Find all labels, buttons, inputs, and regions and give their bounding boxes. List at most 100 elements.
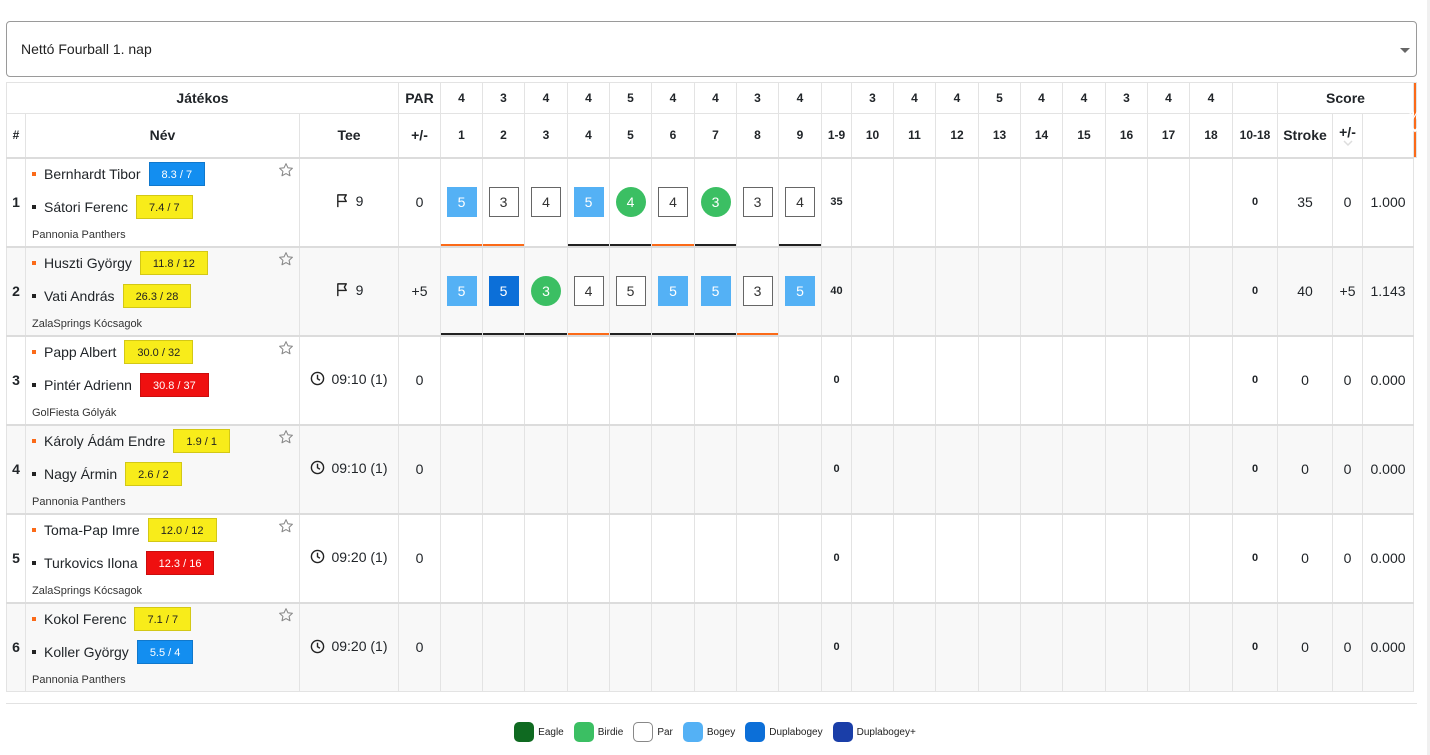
player-name[interactable]: Pintér Adrienn	[44, 377, 132, 393]
hole-score-cell: 3	[694, 156, 737, 247]
hole-score-par: 4	[785, 187, 815, 217]
player-name[interactable]: Kokol Ferenc	[44, 611, 126, 627]
hole-score-cell	[1105, 245, 1148, 336]
hole-score-cell	[1105, 156, 1148, 247]
divider	[6, 703, 1417, 704]
handicap-badge: 2.6 / 2	[125, 461, 182, 486]
player-name[interactable]: Nagy Ármin	[44, 466, 117, 482]
player-name[interactable]: Turkovics Ilona	[44, 555, 138, 571]
hole-score-cell	[736, 512, 779, 603]
percent-sort-header[interactable]: %	[1409, 82, 1421, 158]
hole-score-cell	[1020, 334, 1063, 425]
hole-result-underline	[568, 332, 609, 335]
legend-swatch	[633, 722, 654, 742]
player-name[interactable]: Károly Ádám Endre	[44, 433, 165, 449]
hole-score-cell	[893, 334, 936, 425]
player-entry: Huszti György 11.8 / 12	[32, 250, 208, 275]
tee-header[interactable]: Tee	[299, 113, 399, 158]
hole-score-cell	[1189, 245, 1233, 336]
player-entry: Pintér Adrienn 30.8 / 37	[32, 372, 209, 397]
table-row[interactable]: 5 Toma-Pap Imre 12.0 / 12 Turkovics Ilona 12…	[6, 512, 1417, 603]
hole-number: 9	[778, 113, 822, 158]
player-name[interactable]: Koller György	[44, 644, 129, 660]
par-header: PAR	[398, 82, 441, 114]
hole-par: 4	[651, 82, 695, 114]
table-row[interactable]: 6 Kokol Ferenc 7.1 / 7 Koller György 5.5 / 4…	[6, 601, 1417, 692]
player-name[interactable]: Huszti György	[44, 255, 132, 271]
favorite-star-icon[interactable]	[278, 162, 294, 178]
favorite-star-icon[interactable]	[278, 518, 294, 534]
hole-score-par: 3	[742, 187, 773, 217]
par-diff: +5	[398, 245, 441, 336]
legend-item: Duplabogey	[745, 722, 823, 742]
stroke-header[interactable]: Stroke	[1277, 113, 1333, 158]
player-marker	[32, 204, 36, 209]
player-name[interactable]: Bernhardt Tibor	[44, 166, 141, 182]
player-marker	[32, 349, 36, 354]
player-name[interactable]: Vati András	[44, 288, 115, 304]
player-marker	[32, 260, 36, 265]
front-nine-total: 0	[821, 423, 852, 514]
player-marker	[32, 527, 36, 532]
hole-score-cell	[694, 601, 737, 692]
hole-result-underline	[525, 332, 567, 335]
hole-score-cell: 5	[609, 245, 652, 336]
hole-score-cell: 5	[440, 245, 483, 336]
hole-number: 13	[978, 113, 1021, 158]
player-marker	[32, 171, 36, 176]
hole-score-cell: 4	[609, 156, 652, 247]
hole-score-cell	[1105, 334, 1148, 425]
hole-score-cell	[935, 601, 979, 692]
player-name[interactable]: Toma-Pap Imre	[44, 522, 140, 538]
back-nine-total: 0	[1232, 423, 1278, 514]
hole-score-cell	[524, 512, 568, 603]
stroke-total: 0	[1277, 601, 1333, 692]
club-name: Pannonia Panthers	[32, 674, 126, 686]
name-header[interactable]: Név	[25, 113, 300, 158]
round-select-value: Nettó Fourball 1. nap	[21, 41, 152, 57]
tee-cell: 09:20 (1)	[299, 601, 399, 692]
hole-score-cell	[851, 156, 894, 247]
player-name[interactable]: Sátori Ferenc	[44, 199, 128, 215]
hole-result-underline	[610, 332, 651, 335]
hole-score-cell	[694, 512, 737, 603]
flag-icon	[335, 282, 350, 297]
hole-score-cell: 4	[651, 156, 695, 247]
hole-score-cell	[482, 512, 525, 603]
hole-par: 3	[482, 82, 525, 114]
favorite-star-icon[interactable]	[278, 607, 294, 623]
hole-score-cell	[1062, 423, 1106, 514]
hole-score-cell	[1020, 512, 1063, 603]
favorite-star-icon[interactable]	[278, 429, 294, 445]
hole-par: 3	[851, 82, 894, 114]
score-diff-header[interactable]: +/-	[1332, 113, 1363, 158]
table-row[interactable]: 4 Károly Ádám Endre 1.9 / 1 Nagy Ármin 2.6 /…	[6, 423, 1417, 514]
clock-icon	[310, 371, 325, 386]
hole-score-cell	[567, 334, 610, 425]
hole-par: 4	[1020, 82, 1063, 114]
table-row[interactable]: 2 Huszti György 11.8 / 12 Vati András 26.3 /…	[6, 245, 1417, 336]
score-diff: 0	[1332, 156, 1363, 247]
round-select[interactable]: Nettó Fourball 1. nap	[6, 21, 1417, 77]
favorite-star-icon[interactable]	[278, 340, 294, 356]
player-name[interactable]: Papp Albert	[44, 344, 116, 360]
hole-result-underline	[779, 243, 821, 246]
hole-par: 4	[1147, 82, 1190, 114]
hole-score-cell: 4	[567, 245, 610, 336]
hole-score-cell	[1062, 601, 1106, 692]
hole-score-cell	[978, 156, 1021, 247]
hole-score-cell	[609, 512, 652, 603]
legend-item: Birdie	[573, 722, 623, 742]
handicap-badge: 12.0 / 12	[147, 517, 217, 542]
table-row[interactable]: 1 Bernhardt Tibor 8.3 / 7 Sátori Ferenc 7.4 …	[6, 156, 1417, 247]
player-entry: Károly Ádám Endre 1.9 / 1	[32, 428, 230, 453]
club-name: Pannonia Panthers	[32, 228, 126, 241]
hole-score-cell	[1147, 601, 1190, 692]
legend-label: Duplabogey+	[856, 726, 916, 738]
hole-result-underline	[652, 332, 694, 335]
table-row[interactable]: 3 Papp Albert 30.0 / 32 Pintér Adrienn 30.8 …	[6, 334, 1417, 425]
favorite-star-icon[interactable]	[278, 251, 294, 267]
score-diff: 0	[1332, 601, 1363, 692]
hole-score-cell	[440, 512, 483, 603]
hole-par: 4	[1189, 82, 1233, 114]
